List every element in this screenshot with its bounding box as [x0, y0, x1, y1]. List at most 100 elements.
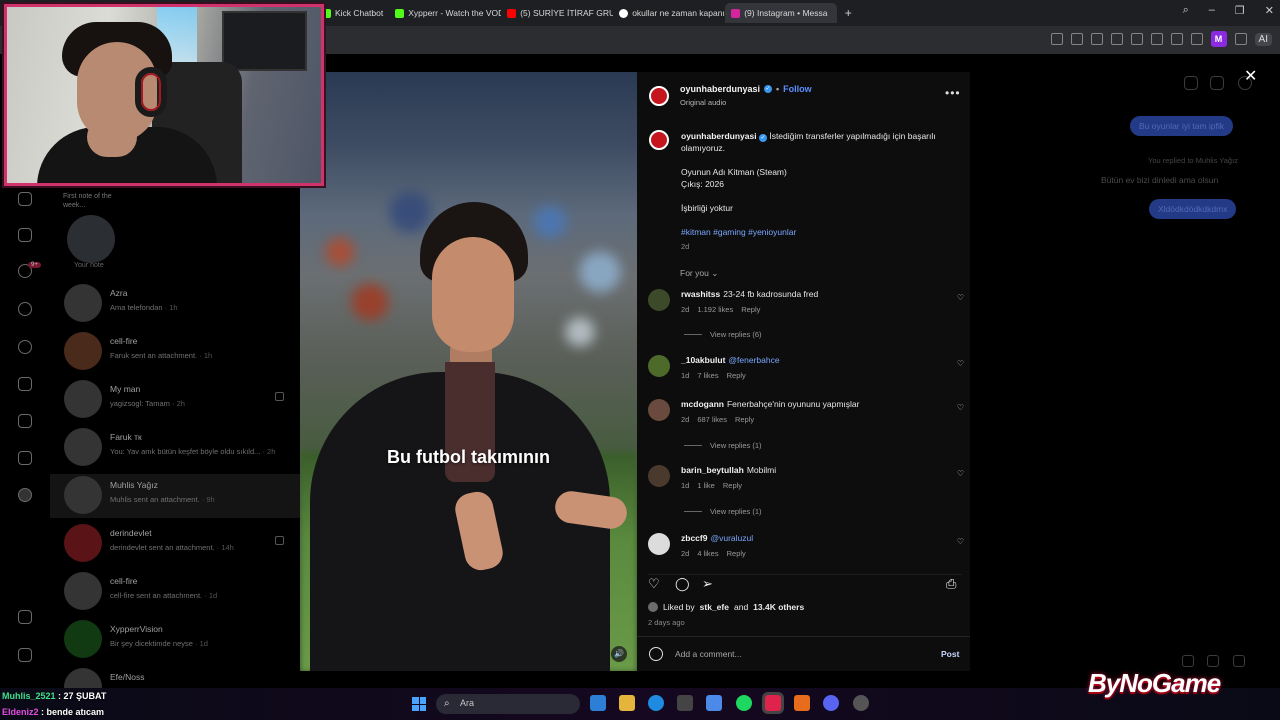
microphone-icon[interactable] — [1182, 655, 1194, 667]
conversation-item[interactable]: cell-fire cell-fire sent an attachment. ·… — [64, 570, 304, 614]
muted-icon — [275, 536, 284, 545]
like-comment-icon[interactable]: ♡ — [957, 359, 964, 368]
tab-xypperr-vod[interactable]: Xypperr - Watch the VOD — [389, 3, 501, 23]
create-icon[interactable] — [18, 414, 32, 428]
avatar[interactable] — [648, 355, 670, 377]
tab-youtube[interactable]: (5) SURİYE İTİRAF GRUPLA — [501, 3, 613, 23]
post-comment-button[interactable]: Post — [941, 649, 959, 659]
like-icon[interactable]: ♡ — [648, 576, 660, 592]
hashtags[interactable]: #kitman #gaming #yenioyunlar — [681, 227, 796, 237]
image-icon[interactable] — [1207, 655, 1219, 667]
conversation-item[interactable]: My man yagizsogl: Tamam · 2h — [64, 378, 304, 422]
video-call-icon[interactable] — [1210, 76, 1224, 90]
share-icon[interactable]: ➢ — [702, 576, 713, 592]
like-comment-icon[interactable]: ♡ — [957, 469, 964, 478]
tab-instagram[interactable]: (9) Instagram • Messa — [725, 3, 838, 23]
like-comment-icon[interactable]: ♡ — [957, 403, 964, 412]
shield-icon[interactable] — [1090, 33, 1103, 45]
explore-icon[interactable] — [18, 340, 32, 354]
ai-button[interactable]: AI — [1254, 32, 1272, 46]
conversation-item[interactable]: Faruk тк You: Yav amk bütün keşfet böyle … — [64, 426, 304, 470]
youtube-icon — [507, 8, 517, 18]
tab-kick-chatbot[interactable]: Kick Chatbot — [316, 3, 389, 23]
conversation-item-selected[interactable]: Muhlis Yağız Muhlis sent an attachment. ·… — [50, 474, 300, 518]
menu-icon[interactable] — [1190, 33, 1203, 45]
restore-icon[interactable]: ❐ — [1235, 4, 1245, 17]
spotify-icon[interactable] — [736, 695, 752, 711]
avatar[interactable] — [648, 465, 670, 487]
terminal-icon[interactable] — [677, 695, 693, 711]
heart-icon[interactable] — [1150, 33, 1163, 45]
comment: _10akbulut @fenerbahce 1d 7 likes Reply ♡ — [648, 355, 968, 391]
call-icon[interactable] — [1184, 76, 1198, 90]
edit-icon[interactable] — [1050, 33, 1063, 45]
save-bookmark-icon[interactable]: ⎙ — [946, 576, 956, 592]
stream-chat-message: Eldeniz2 : bende atıcam — [2, 707, 105, 717]
windows-start-icon[interactable] — [412, 697, 426, 711]
mail-icon[interactable] — [706, 695, 722, 711]
emoji-icon[interactable] — [649, 647, 663, 661]
new-tab-button[interactable]: + — [841, 6, 855, 20]
search-icon[interactable] — [18, 302, 32, 316]
reel-video[interactable]: Bu futbol takımının 🔊 — [300, 72, 637, 671]
close-window-icon[interactable]: ✕ — [1265, 4, 1274, 17]
play-icon[interactable] — [1130, 33, 1143, 45]
avatar[interactable] — [648, 399, 670, 421]
author-avatar[interactable] — [649, 130, 669, 150]
opera-icon[interactable] — [765, 695, 781, 711]
comment-sort-dropdown[interactable]: For you ⌄ — [680, 268, 718, 279]
sticker-icon[interactable] — [1233, 655, 1245, 667]
like-comment-icon[interactable]: ♡ — [957, 293, 964, 302]
app-icon[interactable] — [794, 695, 810, 711]
file-explorer-icon[interactable] — [619, 695, 635, 711]
volume-icon[interactable]: 🔊 — [611, 646, 627, 662]
comment-icon[interactable]: ◯ — [675, 576, 690, 592]
original-audio-link[interactable]: Original audio — [680, 98, 726, 107]
taskbar-search[interactable]: ⌕ Ara — [436, 694, 580, 714]
conversation-item[interactable]: Azra Ama telefondan · 1h — [64, 282, 304, 326]
view-replies-button[interactable]: View replies (6) — [684, 330, 762, 339]
dashboard-icon[interactable] — [18, 451, 32, 465]
more-menu-icon[interactable] — [18, 610, 32, 624]
download-icon[interactable] — [1170, 33, 1183, 45]
profile-icon[interactable] — [18, 488, 32, 502]
search-tabs-icon[interactable]: ⌕ — [1183, 4, 1189, 17]
view-replies-button[interactable]: View replies (1) — [684, 507, 762, 516]
edge-icon[interactable] — [648, 695, 664, 711]
author-avatar[interactable] — [649, 86, 669, 106]
like-comment-icon[interactable]: ♡ — [957, 537, 964, 546]
conversation-item[interactable]: XypperrVision Bir şey dicektimde neyse · … — [64, 618, 304, 662]
post-header: oyunhaberdunyasi ✓ • Follow — [680, 84, 812, 94]
video-caption: Bu futbol takımının — [387, 447, 550, 467]
widgets-icon[interactable] — [590, 695, 606, 711]
comment-input[interactable]: Add a comment... — [675, 649, 742, 659]
reels-icon[interactable] — [18, 228, 32, 242]
notification-badge: 9+ — [28, 262, 41, 268]
notifications-heart-icon[interactable] — [18, 377, 32, 391]
home-icon[interactable] — [18, 192, 32, 206]
avatar — [64, 380, 102, 418]
cube-icon[interactable] — [1234, 33, 1247, 45]
discord-icon[interactable] — [823, 695, 839, 711]
conversation-item[interactable]: derindevlet derindevlet sent an attachmen… — [64, 522, 304, 566]
extension-icon[interactable] — [1110, 33, 1123, 45]
obs-icon[interactable] — [853, 695, 869, 711]
tab-google-search[interactable]: okullar ne zaman kapanıy — [613, 3, 725, 23]
also-from-meta-icon[interactable] — [18, 648, 32, 662]
follow-button[interactable]: Follow — [783, 84, 812, 94]
avatar[interactable] — [648, 533, 670, 555]
view-replies-button[interactable]: View replies (1) — [684, 441, 762, 450]
comment: zbccf9 @vuraluzul 2d 4 likes Reply ♡ — [648, 533, 968, 569]
conversation-item[interactable]: cell-fire Faruk sent an attachment. · 1h — [64, 330, 304, 374]
author-username[interactable]: oyunhaberdunyasi — [680, 84, 760, 94]
headphones — [135, 67, 167, 117]
avatar[interactable] — [648, 289, 670, 311]
replied-message: Bütün ev bizi dinledi ama olsun — [1101, 175, 1219, 185]
minimize-icon[interactable]: – — [1209, 4, 1215, 17]
close-modal-icon[interactable]: ✕ — [1244, 66, 1257, 86]
camera-icon[interactable] — [1070, 33, 1083, 45]
avatar — [648, 602, 658, 612]
your-note[interactable]: First note of the week... — [60, 190, 150, 270]
more-options-icon[interactable]: ••• — [945, 86, 961, 100]
profile-avatar[interactable]: M — [1210, 31, 1227, 47]
